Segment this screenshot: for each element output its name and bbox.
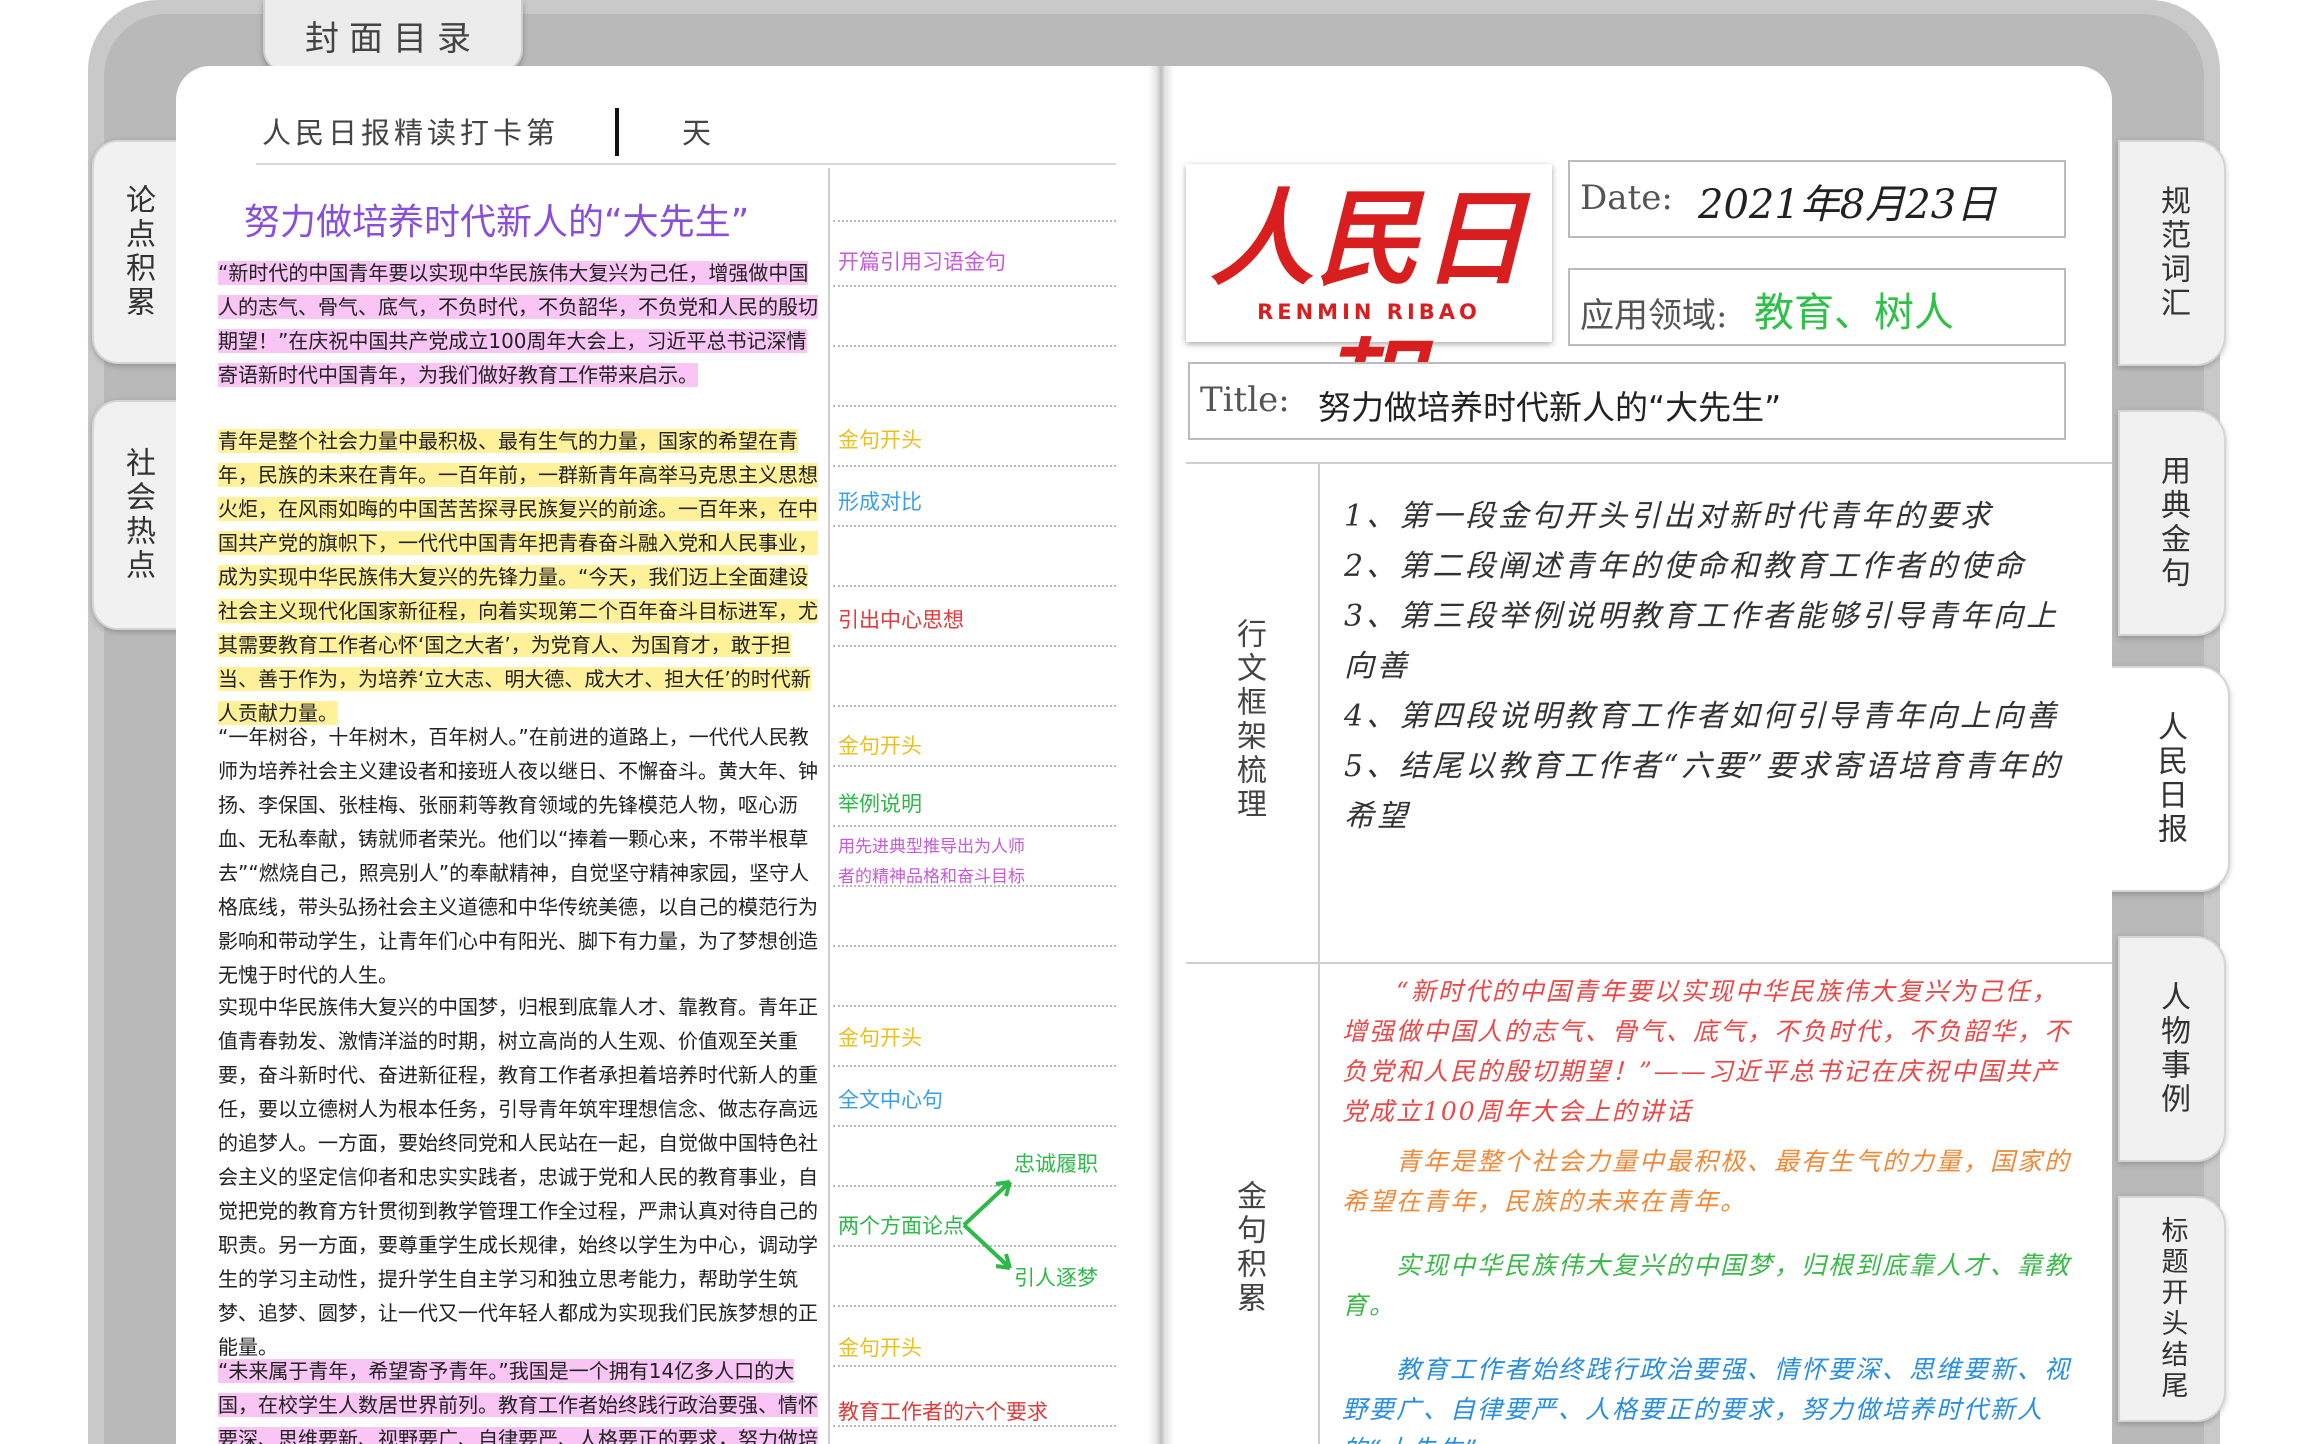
field-label: 应用领域: [1580, 296, 1728, 336]
article-paragraph-1: “新时代的中国青年要以实现中华民族伟大复兴为己任，增强做中国人的志气、骨气、底气… [218, 256, 824, 392]
margin-divider [828, 168, 830, 1444]
paragraph-text: “未来属于青年，希望寄予青年。”我国是一个拥有14亿多人口的大国，在校学生人数居… [218, 1359, 818, 1444]
tab-standard-vocabulary[interactable]: 规范词汇 [2118, 140, 2226, 366]
margin-rule [833, 405, 1116, 407]
margin-note: 教育工作者的六个要求 [838, 1400, 1048, 1424]
article-paragraph-3: “一年树谷，十年树木，百年树人。”在前进的道路上，一代代人民教师为培养社会主义建… [218, 720, 824, 992]
framework-label: 行文框架梳理 [1231, 618, 1266, 822]
quotes-label: 金句积累 [1231, 1180, 1266, 1316]
paragraph-text: “一年树谷，十年树木，百年树人。”在前进的道路上，一代代人民教师为培养社会主义建… [218, 725, 818, 987]
margin-note: 全文中心句 [838, 1088, 943, 1112]
header-divider [256, 163, 1116, 165]
margin-rule [833, 1005, 1116, 1007]
margin-rule [833, 345, 1116, 347]
margin-note: 引出中心思想 [838, 608, 964, 632]
margin-rule [833, 825, 1116, 827]
margin-rule [833, 465, 1116, 467]
margin-note: 两个方面论点 [838, 1214, 964, 1238]
paragraph-text: “新时代的中国青年要以实现中华民族伟大复兴为己任，增强做中国人的志气、骨气、底气… [218, 261, 818, 387]
framework-list: 1、第一段金句开头引出对新时代青年的要求 2、第二段阐述青年的使命和教育工作者的… [1344, 492, 2080, 842]
date-field[interactable]: Date: 2021年8月23日 [1568, 160, 2066, 238]
article-paragraph-2: 青年是整个社会力量中最积极、最有生气的力量，国家的希望在青年，民族的未来在青年。… [218, 424, 824, 730]
field-value: 教育、树人 [1754, 290, 1954, 336]
margin-note: 金句开头 [838, 428, 922, 452]
margin-note: 引人逐梦 [1014, 1266, 1098, 1290]
article-paragraph-5: “未来属于青年，希望寄予青年。”我国是一个拥有14亿多人口的大国，在校学生人数居… [218, 1354, 824, 1444]
date-value: 2021年8月23日 [1698, 182, 1997, 228]
margin-note: 用先进典型推导出为人师 [838, 837, 1025, 857]
quote-item: 实现中华民族伟大复兴的中国梦，归根到底靠人才、靠教育。 [1342, 1251, 2072, 1320]
branch-arrow-icon [962, 1180, 1012, 1270]
article-paragraph-4: 实现中华民族伟大复兴的中国梦，归根到底靠人才、靠教育。青年正值青春勃发、激情洋溢… [218, 990, 824, 1364]
tab-cover-contents[interactable]: 封面目录 [263, 0, 523, 72]
checkin-label: 人民日报精读打卡第 [262, 116, 560, 150]
margin-note: 者的精神品格和奋斗目标 [838, 867, 1025, 887]
book-spine [1148, 66, 1174, 1444]
framework-item: 4、第四段说明教育工作者如何引导青年向上向善 [1344, 699, 2060, 734]
margin-rule [833, 945, 1116, 947]
logo-subtitle: RENMIN RIBAO [1257, 300, 1481, 324]
checkin-day-suffix: 天 [682, 116, 712, 150]
margin-note: 金句开头 [838, 1026, 922, 1050]
margin-rule [833, 285, 1116, 287]
margin-rule [833, 705, 1116, 707]
article-title: 努力做培养时代新人的“大先生” [244, 202, 750, 243]
margin-rule [833, 645, 1116, 647]
framework-item: 5、结尾以教育工作者“六要”要求寄语培育青年的希望 [1344, 749, 2063, 834]
margin-note: 形成对比 [838, 490, 922, 514]
margin-rule [833, 1125, 1116, 1127]
peoples-daily-logo: 人民日報 RENMIN RIBAO [1186, 164, 1552, 450]
tab-social-hotspots[interactable]: 社会热点 [92, 400, 182, 630]
title-field[interactable]: Title: 努力做培养时代新人的“大先生” [1188, 362, 2066, 440]
paragraph-text: 青年是整个社会力量中最积极、最有生气的力量，国家的希望在青年，民族的未来在青年。… [218, 429, 818, 725]
paragraph-text: 实现中华民族伟大复兴的中国梦，归根到底靠人才、靠教育。青年正值青春勃发、激情洋溢… [218, 995, 818, 1359]
tab-title-opening-ending[interactable]: 标题开头结尾 [2118, 1196, 2226, 1422]
section-divider [1186, 962, 2112, 964]
tab-peoples-daily[interactable]: 人民日报 [2108, 666, 2230, 892]
margin-note: 金句开头 [838, 734, 922, 758]
margin-rule [833, 1305, 1116, 1307]
margin-rule [833, 220, 1116, 222]
title-label: Title: [1200, 380, 1290, 420]
quote-item: “新时代的中国青年要以实现中华民族伟大复兴为己任，增强做中国人的志气、骨气、底气… [1342, 977, 2072, 1126]
margin-rule [833, 765, 1116, 767]
margin-note: 开篇引用习语金句 [838, 250, 1006, 274]
framework-item: 1、第一段金句开头引出对新时代青年的要求 [1344, 499, 1994, 534]
section-divider [1186, 462, 2112, 464]
quote-item: 青年是整个社会力量中最积极、最有生气的力量，国家的希望在青年，民族的未来在青年。 [1342, 1147, 2072, 1216]
quote-item: 教育工作者始终践行政治要强、情怀要深、思维要新、视野要广、自律要严、人格要正的要… [1342, 1355, 2072, 1444]
framework-item: 2、第二段阐述青年的使命和教育工作者的使命 [1344, 549, 2027, 584]
label-column-divider [1318, 462, 1320, 1444]
date-label: Date: [1580, 178, 1673, 218]
margin-rule [833, 1365, 1116, 1367]
title-value: 努力做培养时代新人的“大先生” [1318, 388, 1782, 427]
tab-argument-accumulation[interactable]: 论点积累 [92, 140, 182, 364]
framework-item: 3、第三段举例说明教育工作者能够引导青年向上向善 [1344, 599, 2060, 684]
tab-character-examples[interactable]: 人物事例 [2118, 936, 2226, 1162]
margin-note: 举例说明 [838, 792, 922, 816]
margin-note: 金句开头 [838, 1336, 922, 1360]
margin-rule [833, 585, 1116, 587]
tab-classic-quotes[interactable]: 用典金句 [2118, 410, 2226, 636]
margin-rule [833, 525, 1116, 527]
application-field[interactable]: 应用领域: 教育、树人 [1568, 268, 2066, 346]
margin-note: 忠诚履职 [1014, 1152, 1098, 1176]
margin-rule [833, 1065, 1116, 1067]
text-cursor [615, 108, 619, 156]
